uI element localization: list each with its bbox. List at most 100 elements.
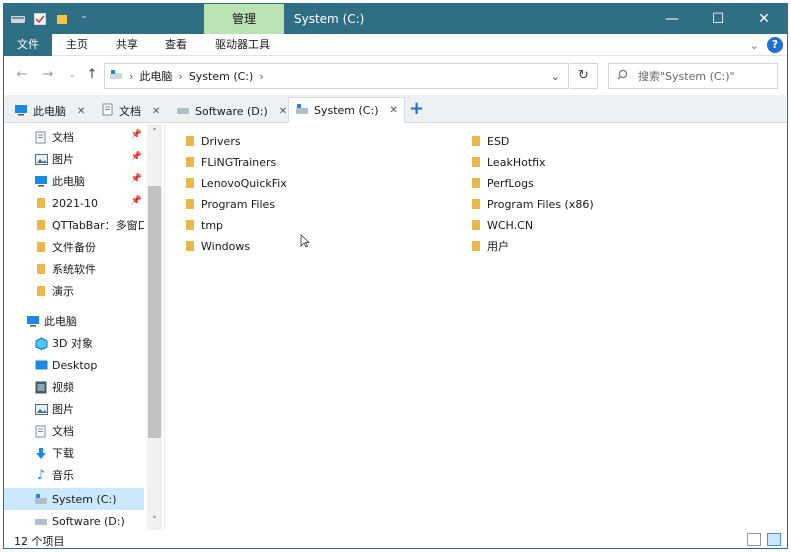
breadcrumb-system-c[interactable]: System (C:)	[189, 70, 254, 83]
nav-scrollbar[interactable]: ˄ ˅	[147, 124, 162, 530]
tab-software-d[interactable]: Software (D:) ✕	[170, 99, 293, 123]
list-item-esd[interactable]: ESD	[471, 132, 509, 150]
scroll-thumb[interactable]	[148, 186, 161, 438]
nav-item-label: 此电脑	[52, 175, 85, 188]
recent-locations-icon[interactable]: ⌄	[64, 67, 80, 83]
nav-item-documents[interactable]: 文档 📌	[4, 126, 144, 148]
maximize-button[interactable]: ☐	[695, 4, 741, 34]
large-icons-view-icon[interactable]	[767, 533, 781, 546]
nav-item-pictures-pc[interactable]: 图片	[4, 398, 144, 420]
ribbon-tab-view[interactable]: 查看	[165, 34, 187, 56]
nav-item-3d-objects[interactable]: 3D 对象	[4, 332, 144, 354]
list-item-perflogs[interactable]: PerfLogs	[471, 174, 534, 192]
search-input[interactable]: 搜索"System (C:)"	[608, 63, 778, 89]
breadcrumb-separator-icon[interactable]: ›	[129, 70, 133, 83]
breadcrumb-separator-icon[interactable]: ›	[259, 70, 263, 83]
address-row: ← → ⌄ ↑ › 此电脑 › System (C:) › ⌄ ↻ 搜索"Sys…	[4, 59, 787, 93]
ribbon-tab-share[interactable]: 共享	[116, 34, 138, 56]
nav-item-label: 音乐	[52, 469, 74, 482]
ribbon-tab-drive-tools[interactable]: 驱动器工具	[215, 34, 270, 56]
drive-icon	[109, 69, 123, 84]
nav-item-this-pc-pinned[interactable]: 此电脑 📌	[4, 170, 144, 192]
help-icon[interactable]: ?	[767, 37, 783, 53]
nav-item-label: 系统软件	[52, 263, 96, 276]
breadcrumb-separator-icon[interactable]: ›	[178, 70, 182, 83]
refresh-button[interactable]: ↻	[570, 63, 598, 89]
search-icon	[617, 69, 628, 83]
scroll-up-icon[interactable]: ˄	[147, 126, 162, 140]
nav-item-label: System (C:)	[52, 492, 117, 506]
folder-icon	[186, 178, 194, 188]
tab-documents[interactable]: 文档 ✕	[96, 99, 166, 123]
nav-item-system-software[interactable]: 系统软件	[4, 258, 144, 280]
scroll-down-icon[interactable]: ˅	[147, 514, 162, 528]
nav-item-file-backup[interactable]: 文件备份	[4, 236, 144, 258]
nav-item-2021-10[interactable]: 2021-10 📌	[4, 192, 144, 214]
list-item-users[interactable]: 用户	[471, 237, 509, 255]
tab-close-icon[interactable]: ✕	[390, 105, 398, 116]
nav-item-system-c[interactable]: System (C:)	[4, 488, 144, 510]
pin-icon[interactable]: 📌	[131, 152, 142, 162]
pin-icon[interactable]: 📌	[131, 174, 142, 184]
drive-c-icon	[34, 492, 48, 506]
up-arrow-icon[interactable]: ↑	[84, 67, 100, 83]
list-item-program-files-x86[interactable]: Program Files (x86)	[471, 195, 594, 213]
nav-item-demo[interactable]: 演示	[4, 280, 144, 302]
expand-ribbon-icon[interactable]: ⌄	[750, 39, 759, 52]
tab-close-icon[interactable]: ✕	[77, 106, 85, 117]
tab-bar: 此电脑 ✕ 文档 ✕ Software (D:) ✕ System (C:) ✕…	[4, 95, 787, 123]
list-item-tmp[interactable]: tmp	[185, 216, 223, 234]
nav-item-this-pc[interactable]: 此电脑	[4, 310, 144, 332]
document-icon	[34, 130, 48, 144]
tab-system-c[interactable]: System (C:) ✕	[288, 97, 405, 123]
drive-d-icon	[34, 514, 48, 528]
back-arrow-icon[interactable]: ←	[14, 67, 30, 83]
forward-arrow-icon[interactable]: →	[40, 67, 56, 83]
file-name: 用户	[487, 240, 509, 253]
nav-item-downloads[interactable]: 下载	[4, 442, 144, 464]
folder-icon	[186, 241, 194, 251]
folder-icon	[472, 157, 480, 167]
tab-close-icon[interactable]: ✕	[152, 106, 160, 117]
ribbon-tab-home[interactable]: 主页	[66, 34, 88, 56]
pin-icon[interactable]: 📌	[131, 196, 142, 206]
ribbon-tab-file[interactable]: 文件	[4, 34, 52, 56]
close-button[interactable]: ✕	[741, 4, 787, 34]
list-item-flingtrainers[interactable]: FLiNGTrainers	[185, 153, 276, 171]
nav-item-pictures[interactable]: 图片 📌	[4, 148, 144, 170]
tab-close-icon[interactable]: ✕	[279, 106, 287, 117]
list-item-program-files[interactable]: Program Files	[185, 195, 275, 213]
folder-icon	[34, 218, 48, 232]
list-item-windows[interactable]: Windows	[185, 237, 250, 255]
pin-icon[interactable]: 📌	[131, 130, 142, 140]
nav-item-videos[interactable]: 视频	[4, 376, 144, 398]
tab-this-pc[interactable]: 此电脑 ✕	[8, 99, 91, 123]
list-item-lenovoquickfix[interactable]: LenovoQuickFix	[185, 174, 287, 192]
new-folder-icon[interactable]	[54, 11, 70, 27]
nav-item-documents-pc[interactable]: 文档	[4, 420, 144, 442]
ribbon: 文件 主页 共享 查看 驱动器工具 ⌄ ?	[4, 34, 787, 56]
manage-tab[interactable]: 管理	[204, 4, 284, 34]
list-item-drivers[interactable]: Drivers	[185, 132, 241, 150]
properties-icon[interactable]	[32, 11, 48, 27]
picture-icon	[34, 402, 48, 416]
window-controls: — ☐ ✕	[649, 4, 787, 34]
nav-item-label: 文档	[52, 425, 74, 438]
details-view-icon[interactable]	[747, 533, 761, 546]
breadcrumb-this-pc[interactable]: 此电脑	[139, 68, 172, 84]
3d-objects-icon	[34, 336, 48, 350]
address-bar[interactable]: › 此电脑 › System (C:) › ⌄	[104, 63, 569, 89]
customize-qat-icon[interactable]: ⁼	[76, 11, 92, 27]
nav-item-software-d[interactable]: Software (D:)	[4, 510, 144, 532]
nav-item-desktop[interactable]: Desktop	[4, 354, 144, 376]
list-item-wch-cn[interactable]: WCH.CN	[471, 216, 533, 234]
file-name: WCH.CN	[487, 218, 534, 232]
list-item-leakhotfix[interactable]: LeakHotfix	[471, 153, 546, 171]
download-icon	[34, 446, 48, 460]
add-tab-icon[interactable]: +	[409, 99, 424, 119]
address-dropdown-icon[interactable]: ⌄	[551, 70, 560, 83]
nav-item-music[interactable]: ♪ 音乐	[4, 464, 144, 486]
nav-item-qttabbar[interactable]: QTTabBar：多窗口	[4, 214, 144, 236]
folder-icon	[34, 240, 48, 254]
minimize-button[interactable]: —	[649, 4, 695, 34]
